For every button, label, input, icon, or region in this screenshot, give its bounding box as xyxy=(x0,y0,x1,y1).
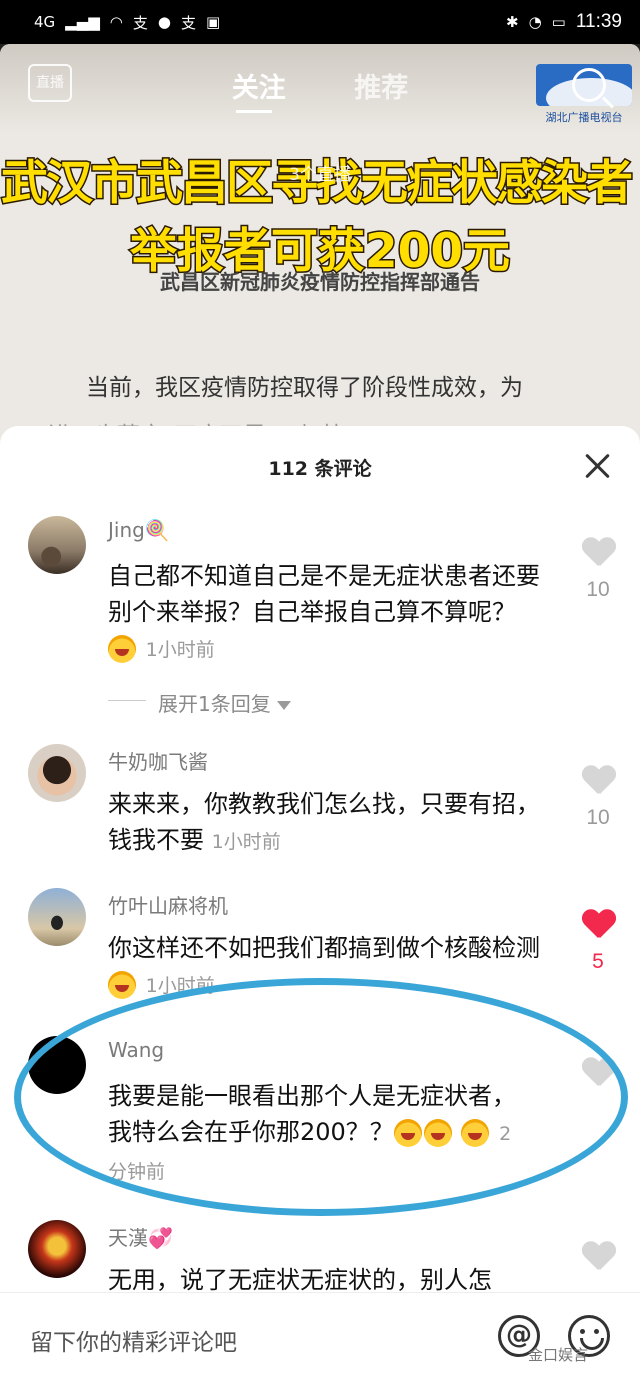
like-button[interactable] xyxy=(578,1242,618,1270)
comment-time: 1小时前 xyxy=(145,639,215,661)
avatar[interactable] xyxy=(28,888,86,946)
laughing-emoji-icon xyxy=(423,1119,452,1147)
tab-indicator xyxy=(236,110,272,113)
heart-icon xyxy=(582,1242,614,1270)
signal-icon: ▂▄▆ xyxy=(65,13,100,31)
laughing-emoji-icon xyxy=(461,1119,490,1147)
heart-icon xyxy=(582,538,614,566)
battery-icon: ▭ xyxy=(551,13,566,31)
network-type: 4G xyxy=(34,13,56,31)
comment-text[interactable]: 我要是能一眼看出那个人是无症状者，我特么会在乎你那200？？ 2分钟前 xyxy=(108,1078,528,1190)
status-bar: 4G ▂▄▆ ◠ 支 ● 支 ▣ ✱ ◔ ▭ 11:39 xyxy=(0,0,640,44)
tab-recommended[interactable]: 推荐 xyxy=(354,66,408,105)
comment-input[interactable]: 留下你的精彩评论吧 xyxy=(30,1323,237,1357)
expand-replies-button[interactable]: 展开1条回复 xyxy=(158,688,291,717)
comment-username[interactable]: 牛奶咖飞酱 xyxy=(108,746,208,775)
heart-icon xyxy=(582,1058,614,1086)
wifi-icon: ◠ xyxy=(109,13,123,31)
app-icon: ▣ xyxy=(206,13,221,31)
avatar[interactable] xyxy=(28,1220,86,1278)
tab-following[interactable]: 关注 xyxy=(232,66,286,105)
station-name: 湖北广播电视台 xyxy=(545,111,623,124)
live-count[interactable]: 3个直播 xyxy=(0,160,640,185)
like-count: 5 xyxy=(592,950,604,973)
comment-username[interactable]: 天漢💞 xyxy=(108,1222,173,1251)
comment-text[interactable]: 来来来，你教教我们怎么找，只要有招，钱我不要 1小时前 xyxy=(108,786,548,860)
search-icon[interactable] xyxy=(572,68,606,102)
comment-username[interactable]: Jing🍭 xyxy=(108,518,170,542)
alipay-icon: 支 xyxy=(132,13,148,32)
comment-time: 1小时前 xyxy=(211,831,281,853)
comments-sheet: 112 条评论 Jing🍭 自己都不知道自己是不是无症状患者还要别个来举报？自己… xyxy=(0,426,640,1386)
comment-time: 1小时前 xyxy=(145,975,215,997)
heart-icon xyxy=(582,766,614,794)
like-button[interactable] xyxy=(578,1058,618,1086)
alipay-icon: 支 xyxy=(180,13,196,32)
expand-replies-label: 展开1条回复 xyxy=(158,692,271,716)
chevron-down-icon xyxy=(276,701,291,710)
comment-text[interactable]: 你这样还不如把我们都搞到做个核酸检测 1小时前 xyxy=(108,930,548,1004)
avatar[interactable] xyxy=(28,1036,86,1094)
notice-body: 当前，我区疫情防控取得了阶段性成效，为 xyxy=(86,375,523,401)
comment-body: 自己都不知道自己是不是无症状患者还要别个来举报？自己举报自己算不算呢？ xyxy=(108,562,540,626)
comment-input-bar: 留下你的精彩评论吧 @ xyxy=(0,1292,640,1386)
expand-divider xyxy=(108,700,146,701)
comment-username[interactable]: Wang xyxy=(108,1038,164,1062)
avatar[interactable] xyxy=(28,744,86,802)
comment-text[interactable]: 自己都不知道自己是不是无症状患者还要别个来举报？自己举报自己算不算呢？ 1小时前 xyxy=(108,558,548,668)
comment-username[interactable]: 竹叶山麻将机 xyxy=(108,890,228,919)
laughing-emoji-icon xyxy=(108,635,136,663)
comments-title: 112 条评论 xyxy=(268,458,372,480)
notice-subtitle: 武昌区新冠肺炎疫情防控指挥部通告 xyxy=(160,270,480,294)
comment-body: 你这样还不如把我们都搞到做个核酸检测 xyxy=(108,934,540,962)
laughing-emoji-icon xyxy=(393,1119,422,1147)
like-button[interactable]: 10 xyxy=(578,538,618,602)
chat-icon: ● xyxy=(157,13,171,31)
avatar[interactable] xyxy=(28,516,86,574)
clock: 11:39 xyxy=(575,11,622,32)
like-button[interactable]: 10 xyxy=(578,766,618,830)
heart-icon xyxy=(582,910,614,938)
comment-body: 我要是能一眼看出那个人是无症状者，我特么会在乎你那200？？ xyxy=(108,1082,516,1146)
speed-icon: ◔ xyxy=(528,13,542,31)
bluetooth-icon: ✱ xyxy=(506,13,519,31)
close-icon[interactable] xyxy=(584,452,612,480)
watermark: 金口娱言 xyxy=(528,1346,589,1364)
video-player[interactable]: 直播 关注 推荐 湖北广播电视台 武汉市武昌区寻找无症状感染者 3个直播 举报者… xyxy=(0,44,640,444)
like-count: 10 xyxy=(586,806,610,829)
comment-body: 无用，说了无症状无症状的，别人怎 xyxy=(108,1266,492,1294)
like-button[interactable]: 5 xyxy=(578,910,618,974)
like-count: 10 xyxy=(586,578,610,601)
laughing-emoji-icon xyxy=(108,971,136,999)
comment-body: 来来来，你教教我们怎么找，只要有招，钱我不要 xyxy=(108,790,540,854)
